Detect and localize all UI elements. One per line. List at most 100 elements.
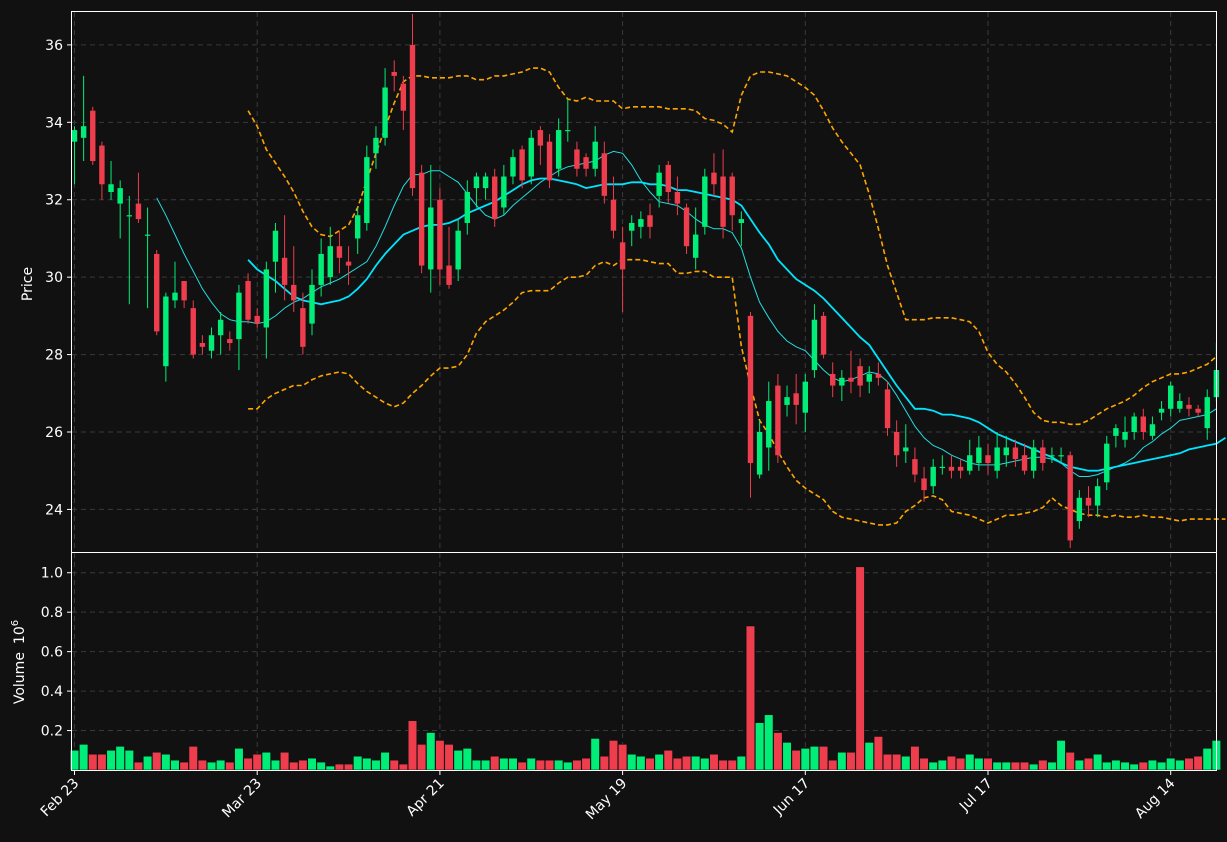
volume-bar xyxy=(727,759,737,771)
candle-body xyxy=(409,44,416,189)
volume-bar xyxy=(1147,759,1158,771)
price-tick-label: 34 xyxy=(45,115,63,131)
volume-bar xyxy=(882,753,893,771)
volume-bar xyxy=(526,757,536,771)
volume-bar xyxy=(965,753,975,771)
volume-bar xyxy=(1083,757,1094,771)
candle-body xyxy=(1094,486,1101,506)
candle-body xyxy=(702,176,708,227)
candle-body xyxy=(665,164,671,192)
candle-body xyxy=(784,397,790,405)
price-axis-label: Price xyxy=(20,267,36,301)
candle-body xyxy=(647,215,653,227)
volume-bar xyxy=(79,744,89,771)
candle-body xyxy=(839,377,845,386)
volume-bar xyxy=(133,761,144,771)
candle-body xyxy=(300,308,306,347)
volume-axis-label: Volume 106 xyxy=(10,620,28,704)
volume-bar xyxy=(334,763,345,771)
candle-body xyxy=(281,257,288,285)
candle-body xyxy=(638,219,644,227)
candle-body xyxy=(263,269,270,328)
volume-bar xyxy=(1019,761,1030,771)
candle-body xyxy=(884,389,891,429)
volume-bar xyxy=(864,742,874,771)
candle-body xyxy=(418,172,425,266)
candle-body xyxy=(747,315,754,463)
candle-body xyxy=(80,126,87,138)
candle-body xyxy=(1012,447,1019,460)
candle-body xyxy=(1158,408,1165,413)
volume-bar xyxy=(124,749,134,771)
volume-bar xyxy=(1138,761,1148,771)
candle-body xyxy=(546,141,553,181)
volume-bar xyxy=(152,751,162,771)
volume-bar xyxy=(371,759,381,771)
volume-bar xyxy=(407,720,418,771)
volume-bar xyxy=(353,755,363,771)
volume-bar xyxy=(1111,759,1121,771)
candle-body xyxy=(957,466,964,471)
volume-bar xyxy=(270,759,281,771)
volume-bar xyxy=(316,761,326,771)
candle-body xyxy=(811,319,818,371)
candle-body xyxy=(464,192,471,223)
volume-axis-label-text: Volume xyxy=(12,652,28,704)
candle-body xyxy=(912,459,918,475)
candle-body xyxy=(619,242,626,270)
candle-body xyxy=(482,176,489,189)
volume-bar xyxy=(462,747,472,771)
candle-body xyxy=(172,292,178,301)
volume-bar xyxy=(590,738,600,771)
volume-bar xyxy=(919,757,929,771)
candle-body xyxy=(537,130,544,146)
candle-body xyxy=(903,447,909,452)
volume-bar xyxy=(873,736,883,771)
candle-body xyxy=(318,253,324,285)
candle-body xyxy=(208,335,215,351)
candle-body xyxy=(729,176,735,216)
volume-bar xyxy=(782,742,792,771)
volume-bar xyxy=(1038,759,1048,771)
candle-body xyxy=(1204,397,1210,429)
volume-bar xyxy=(599,755,609,771)
candle-body xyxy=(1104,443,1110,483)
volume-bar xyxy=(398,763,408,771)
candle-body xyxy=(1085,497,1092,506)
volume-bar xyxy=(700,757,710,771)
volume-bar xyxy=(809,746,820,771)
candle-body xyxy=(446,265,452,285)
volume-bar xyxy=(672,757,683,771)
volume-tick-label: 0.6 xyxy=(41,645,63,661)
volume-tick-label: 1.0 xyxy=(41,566,63,582)
candle-body xyxy=(1076,497,1083,522)
volume-tick-label: 0.8 xyxy=(41,605,63,621)
candle-body xyxy=(1186,404,1192,409)
volume-bar xyxy=(490,755,500,771)
candle-body xyxy=(1058,455,1064,457)
volume-bar xyxy=(343,763,354,771)
volume-bar xyxy=(983,757,993,771)
volume-bar xyxy=(1193,755,1203,771)
price-tick-label: 32 xyxy=(45,193,63,209)
price-tick-label: 28 xyxy=(45,348,63,364)
volume-bar xyxy=(645,757,655,771)
candle-body xyxy=(1195,408,1201,413)
candle-body xyxy=(766,401,772,448)
volume-bar xyxy=(1029,763,1039,771)
candle-body xyxy=(921,478,927,491)
volume-bar xyxy=(453,749,463,771)
candle-body xyxy=(948,466,955,471)
volume-bar xyxy=(499,757,509,771)
volume-bar xyxy=(946,755,957,771)
volume-bar xyxy=(745,625,756,771)
volume-bar xyxy=(142,755,153,771)
volume-bar xyxy=(1166,757,1176,771)
candle-body xyxy=(857,366,863,386)
candle-body xyxy=(1168,385,1174,409)
candle-body xyxy=(985,455,991,463)
volume-bar xyxy=(773,732,783,771)
volume-bar xyxy=(1065,751,1075,771)
candle-body xyxy=(848,377,854,382)
candle-body xyxy=(802,381,808,413)
